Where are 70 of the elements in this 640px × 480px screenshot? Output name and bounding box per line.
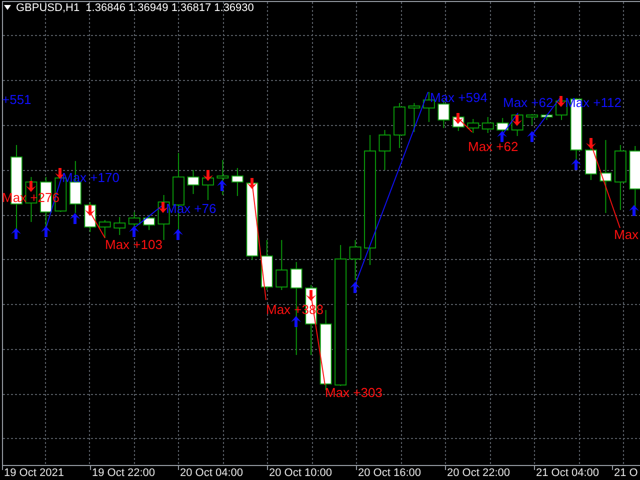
up-arrow-icon [350,282,360,293]
signal-label: Max +594 [430,90,488,106]
signal-label: Max +62 [468,139,518,155]
down-arrow-icon [85,205,95,216]
axis-tick [2,464,3,470]
candle [231,168,244,196]
up-arrow-icon [11,228,21,239]
candle [393,102,406,148]
signal-label: Max +303 [325,385,382,401]
candle [378,130,391,170]
up-arrow-icon [629,205,639,216]
down-arrow-icon [26,181,36,192]
signal-line [458,118,472,132]
dropdown-triangle-icon[interactable] [4,5,11,10]
candle [216,160,229,196]
candle [143,214,156,230]
axis-tick [445,464,446,470]
up-arrow-icon [217,180,227,191]
down-arrow-icon [453,113,463,124]
up-arrow-icon [571,159,581,170]
down-arrow-icon [55,168,65,179]
down-arrow-icon [306,290,316,301]
axis-tick [267,464,268,470]
candle [467,118,480,134]
candle [260,240,273,290]
time-axis-label: 20 Oct 22:00 [447,467,510,480]
candle [276,240,288,290]
up-arrow-icon [173,229,183,240]
candle [408,102,420,132]
signal-line [502,112,518,136]
down-arrow-icon [203,170,213,181]
signal-label: Max [614,227,639,243]
candle [187,170,200,194]
up-arrow-icon [41,226,51,237]
axis-tick [612,464,613,470]
down-arrow-icon [247,178,257,189]
time-axis-label: 21 Oct 04:00 [536,467,599,480]
axis-tick [534,464,535,470]
time-axis-label: 19 Oct 22:00 [92,467,155,480]
time-axis-label: 20 Oct 04:00 [180,467,243,480]
down-arrow-icon [556,96,566,107]
symbol-quote: GBPUSD,H1 1.36846 1.36949 1.36817 1.36930 [16,2,254,15]
axis-tick [90,464,91,470]
axis-tick [356,464,357,470]
candle [114,216,126,236]
candle [614,144,626,210]
signal-line [90,212,106,238]
down-arrow-icon [158,202,168,213]
down-arrow-icon [512,115,522,126]
candle [482,116,494,134]
up-arrow-icon [291,316,301,327]
time-axis-label: 20 Oct 16:00 [358,467,421,480]
axis-tick [178,464,179,470]
candle [540,114,553,120]
time-axis-label: 19 Oct 2021 [4,467,64,480]
up-arrow-icon [527,131,537,142]
signal-label: Max +112 [565,95,622,111]
up-arrow-icon [129,226,139,237]
time-axis-label: 21 O [614,467,638,480]
candle [349,240,362,280]
time-axis-label: 20 Oct 10:00 [269,467,332,480]
up-arrow-icon [70,213,80,224]
signal-label: Max +103 [105,237,162,253]
signal-label: Max +62 [503,95,554,111]
candle [526,114,538,126]
signal-line [532,98,560,136]
down-arrow-icon [586,138,596,149]
candle [98,220,111,238]
signal-line [134,204,164,228]
up-arrow-icon [497,131,507,142]
